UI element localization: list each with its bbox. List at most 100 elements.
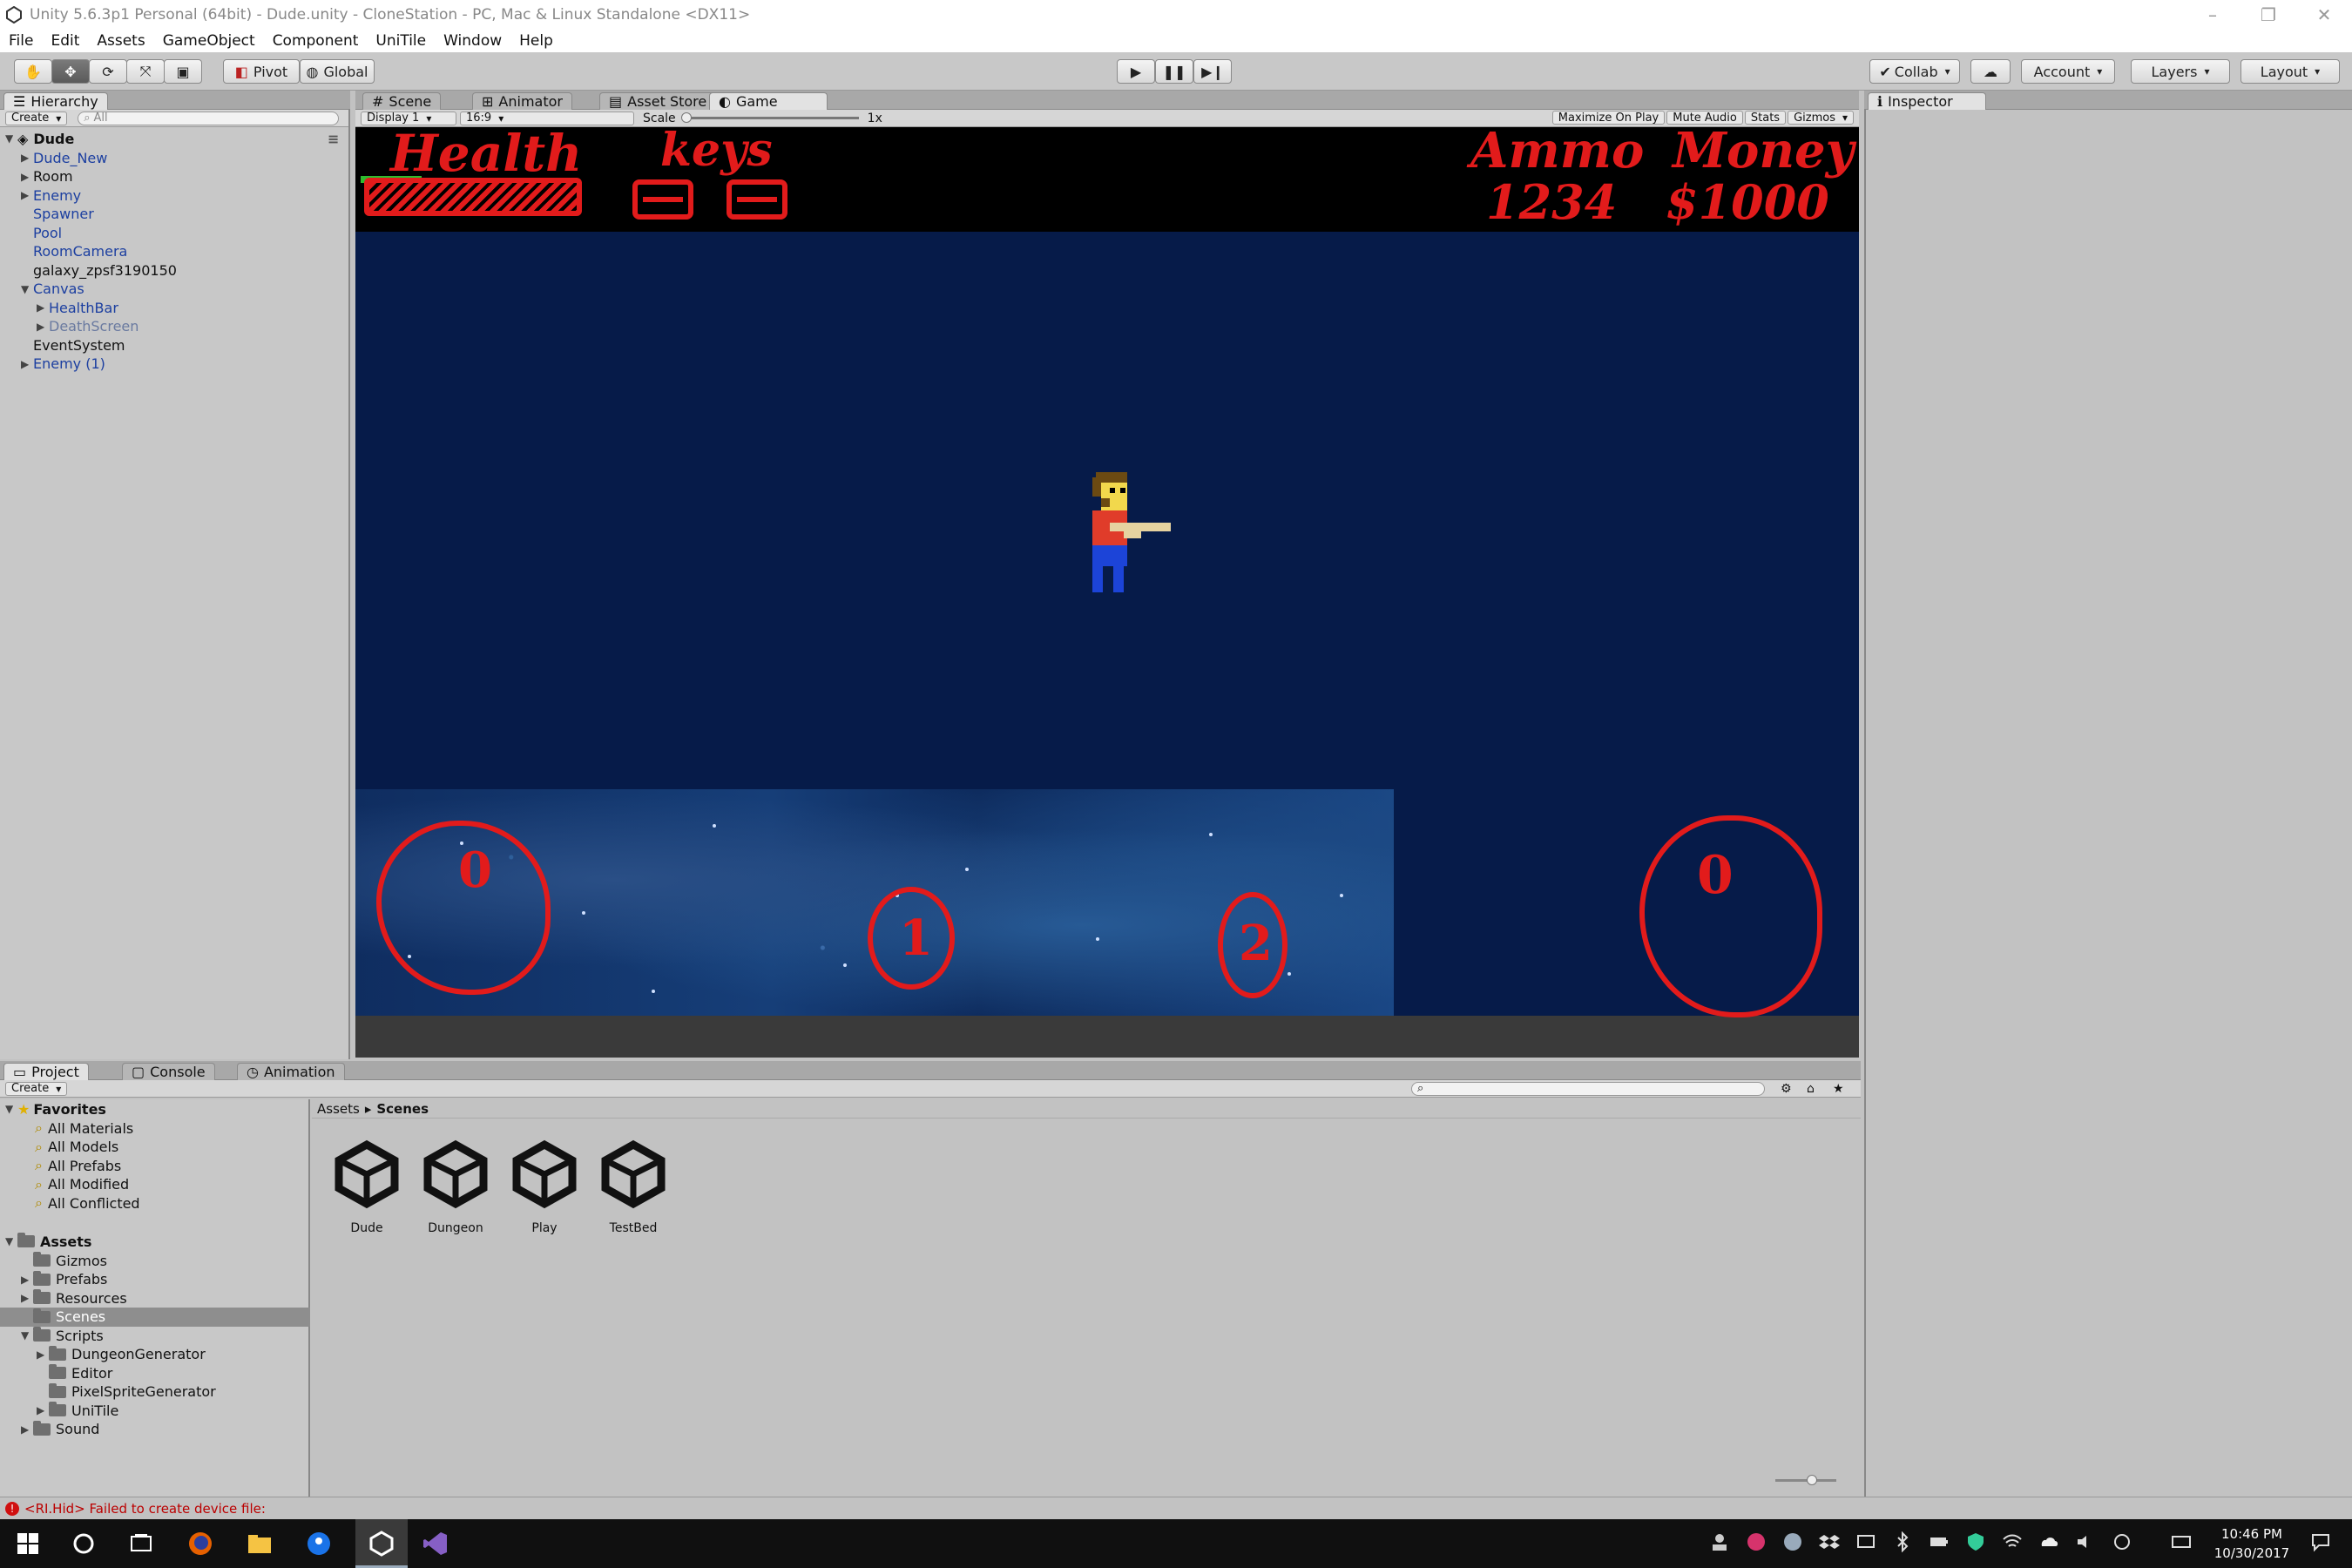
tab-game[interactable]: ◐ Game (709, 92, 828, 110)
scene-asset[interactable]: Dude (328, 1139, 406, 1235)
menu-component[interactable]: Component (264, 32, 368, 50)
expand-arrow-icon[interactable]: ▶ (37, 1348, 49, 1361)
visual-studio-icon[interactable] (422, 1530, 449, 1558)
mute-audio-toggle[interactable]: Mute Audio (1666, 111, 1743, 125)
keyboard-icon[interactable] (2171, 1531, 2192, 1552)
maximize-on-play-toggle[interactable]: Maximize On Play (1551, 111, 1666, 125)
play-button[interactable]: ▶ (1117, 59, 1155, 84)
tab-animator[interactable]: ⊞ Animator (472, 92, 572, 110)
shield-icon[interactable] (1965, 1531, 1986, 1552)
hierarchy-item[interactable]: ▶ Room (21, 167, 73, 186)
asset-folder[interactable]: ▶ Resources (21, 1288, 127, 1308)
aspect-dropdown[interactable]: 16:9 (460, 111, 634, 125)
hierarchy-item[interactable]: ▶ DeathScreen (37, 317, 139, 336)
scene-menu-icon[interactable]: ≡ (328, 131, 339, 147)
rotate-tool-button[interactable]: ⟳ (89, 59, 127, 84)
expand-arrow-icon[interactable]: ▶ (21, 1292, 33, 1304)
cloud-button[interactable]: ☁ (1970, 59, 2011, 84)
asset-folder[interactable]: Scenes (21, 1308, 105, 1327)
status-message[interactable]: <RI.Hid> Failed to create device file: (24, 1501, 266, 1517)
asset-folder[interactable]: Editor (37, 1363, 112, 1382)
expand-arrow-icon[interactable]: ▶ (37, 321, 49, 333)
asset-folder[interactable]: ▶ Sound (21, 1420, 99, 1439)
filter-type-icon[interactable]: ⚙ (1781, 1082, 1792, 1096)
hierarchy-item[interactable]: ▶ Enemy (21, 186, 81, 205)
menu-gameobject[interactable]: GameObject (154, 32, 264, 50)
scale-slider[interactable] (680, 112, 859, 123)
display-dropdown[interactable]: Display 1 (361, 111, 456, 125)
close-button[interactable]: ✕ (2296, 0, 2352, 30)
hierarchy-item[interactable]: ▶ Dude_New (21, 148, 107, 167)
steam-icon[interactable] (1782, 1531, 1803, 1552)
display-tray-icon[interactable] (1855, 1531, 1876, 1552)
onedrive-icon[interactable] (2038, 1531, 2059, 1552)
pause-button[interactable]: ❚❚ (1155, 59, 1193, 84)
tab-animation[interactable]: ◷ Animation (237, 1063, 345, 1080)
asset-folder[interactable]: PixelSpriteGenerator (37, 1382, 216, 1402)
layout-dropdown[interactable]: Layout (2240, 59, 2340, 84)
expand-arrow-icon[interactable]: ▶ (37, 1404, 49, 1416)
minimize-button[interactable]: – (2185, 0, 2240, 30)
breadcrumb-assets[interactable]: Assets (317, 1101, 360, 1117)
asset-folder[interactable]: ▼ Scripts (21, 1326, 104, 1345)
tab-project[interactable]: ▭ Project (3, 1063, 89, 1080)
favorite-item[interactable]: ⌕ All Conflicted (35, 1193, 140, 1213)
scene-asset[interactable]: TestBed (594, 1139, 672, 1235)
favorite-item[interactable]: ⌕ All Models (35, 1138, 118, 1157)
expand-arrow-icon[interactable]: ▶ (21, 358, 33, 370)
scale-slider-thumb[interactable] (680, 112, 692, 123)
layers-dropdown[interactable]: Layers (2131, 59, 2230, 84)
breadcrumb-scenes[interactable]: Scenes (376, 1101, 429, 1117)
notifications-icon[interactable] (2310, 1531, 2331, 1552)
dropbox-icon[interactable] (1819, 1531, 1840, 1552)
rect-tool-button[interactable]: ▣ (164, 59, 202, 84)
battery-icon[interactable] (1929, 1531, 1950, 1552)
taskbar-clock[interactable]: 10:46 PM 10/30/2017 (2204, 1524, 2300, 1563)
menu-assets[interactable]: Assets (88, 32, 153, 50)
hierarchy-item[interactable]: Spawner (21, 205, 94, 224)
firefox-icon[interactable] (186, 1530, 214, 1558)
color-tray-icon[interactable] (1746, 1531, 1767, 1552)
gizmos-dropdown[interactable]: Gizmos (1788, 111, 1854, 125)
file-explorer-icon[interactable] (246, 1530, 274, 1558)
hierarchy-item[interactable]: ▼ Canvas (21, 280, 84, 299)
hierarchy-item[interactable]: Pool (21, 223, 62, 242)
tab-scene[interactable]: # Scene (362, 92, 442, 110)
bluetooth-icon[interactable] (1892, 1531, 1913, 1552)
asset-folder[interactable]: ▶ DungeonGenerator (37, 1345, 206, 1364)
cortana-search-icon[interactable] (70, 1530, 98, 1558)
menu-edit[interactable]: Edit (42, 32, 88, 50)
hierarchy-search-input[interactable]: ⌕ All (78, 111, 340, 125)
hierarchy-item[interactable]: EventSystem (21, 335, 125, 355)
scene-asset[interactable]: Dungeon (416, 1139, 495, 1235)
tab-hierarchy[interactable]: ☰ Hierarchy (3, 92, 108, 110)
expand-arrow-icon[interactable]: ▶ (21, 171, 33, 183)
asset-folder[interactable]: ▶ Prefabs (21, 1270, 107, 1289)
icon-size-slider[interactable] (1775, 1475, 1836, 1485)
user-tray-icon[interactable] (1709, 1531, 1730, 1552)
menu-file[interactable]: File (0, 32, 42, 50)
account-dropdown[interactable]: Account (2021, 59, 2115, 84)
favorites-header[interactable]: ▼ ★ Favorites (5, 1099, 106, 1119)
menu-help[interactable]: Help (510, 32, 562, 50)
tab-inspector[interactable]: ℹ Inspector (1868, 92, 1986, 110)
tab-asset-store[interactable]: ▤ Asset Store (599, 92, 717, 110)
expand-arrow-icon[interactable]: ▶ (37, 301, 49, 314)
menu-unitile[interactable]: UniTile (367, 32, 435, 50)
windows-start-icon[interactable] (14, 1530, 42, 1558)
game-view[interactable]: Health keys Ammo 1234 Money $1000 0 1 2 … (355, 127, 1859, 1058)
wifi-icon[interactable] (2002, 1531, 2023, 1552)
collapse-arrow-icon[interactable]: ▼ (21, 283, 33, 295)
asset-folder[interactable]: ▶ UniTile (37, 1401, 118, 1420)
tab-console[interactable]: ▢ Console (122, 1063, 215, 1080)
asset-folder[interactable]: Gizmos (21, 1251, 107, 1270)
stats-toggle[interactable]: Stats (1744, 111, 1787, 125)
scale-tool-button[interactable]: ⤧ (126, 59, 165, 84)
favorite-star-icon[interactable]: ★ (1833, 1082, 1844, 1096)
expand-arrow-icon[interactable]: ▶ (21, 189, 33, 201)
expand-arrow-icon[interactable]: ▼ (21, 1329, 33, 1342)
favorite-item[interactable]: ⌕ All Materials (35, 1119, 133, 1138)
global-button[interactable]: ◍ Global (300, 59, 375, 84)
hierarchy-item[interactable]: ▶ Enemy (1) (21, 355, 105, 374)
hierarchy-item[interactable]: ▶ HealthBar (37, 298, 118, 317)
